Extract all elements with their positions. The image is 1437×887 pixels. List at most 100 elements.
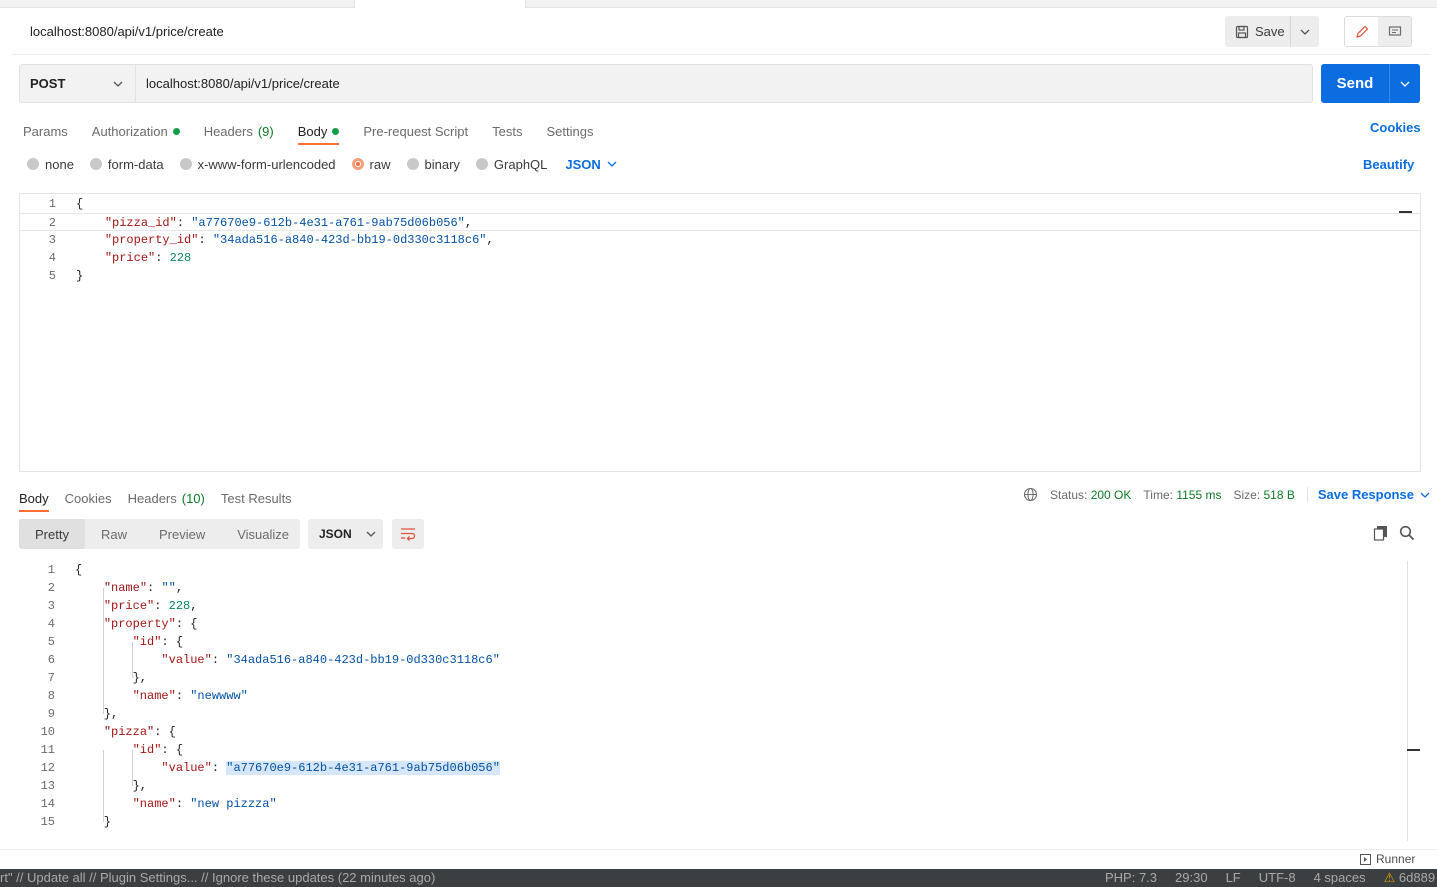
radio-raw[interactable]: raw xyxy=(351,157,391,172)
runner-button[interactable]: Runner xyxy=(1360,852,1415,866)
comments-button[interactable] xyxy=(1378,17,1411,46)
top-tab-strip xyxy=(0,0,1437,8)
php-version[interactable]: PHP: 7.3 xyxy=(1105,869,1157,887)
time-readout[interactable]: Time: 1155 ms xyxy=(1143,488,1221,502)
code-text: } xyxy=(76,269,84,283)
edit-pencil-button[interactable] xyxy=(1345,17,1378,46)
response-tabs: Body Cookies Headers (10) Test Results xyxy=(19,485,308,512)
tab-params[interactable]: Params xyxy=(23,118,68,144)
postman-footer: Runner xyxy=(0,849,1437,869)
size-readout[interactable]: Size: 518 B xyxy=(1233,488,1294,502)
code-text: "price": 228, xyxy=(103,599,198,613)
wrap-lines-icon xyxy=(401,528,416,541)
wrap-lines-button[interactable] xyxy=(392,519,424,549)
code-line: 1{ xyxy=(47,563,83,577)
code-line: 13 }, xyxy=(40,779,148,793)
code-line: 11 "id": { xyxy=(40,743,184,757)
request-name[interactable]: localhost:8080/api/v1/price/create xyxy=(30,24,224,39)
code-line: 6 "value": "34ada516-a840-423d-bb19-0d33… xyxy=(47,653,500,667)
tab-headers[interactable]: Headers (9) xyxy=(204,118,274,144)
radio-selected-icon xyxy=(351,158,364,170)
code-text: "property_id": "34ada516-a840-423d-bb19-… xyxy=(104,233,494,247)
code-text: "pizza": { xyxy=(103,725,176,739)
radio-none[interactable]: none xyxy=(27,157,74,172)
tab-body[interactable]: Body xyxy=(297,118,340,145)
radio-circle-icon xyxy=(475,158,488,170)
request-body-editor[interactable]: 1{ 2 "pizza_id": "a77670e9-612b-4e31-a76… xyxy=(19,193,1421,472)
code-line: 3 "price": 228, xyxy=(47,599,198,613)
ide-status-bar: rt" // Update all // Plugin Settings... … xyxy=(0,869,1437,887)
beautify-button[interactable]: Beautify xyxy=(1363,157,1414,172)
code-text: }, xyxy=(75,779,148,793)
code-line: 9 }, xyxy=(47,707,119,721)
tab-authorization[interactable]: Authorization xyxy=(92,118,180,144)
save-button[interactable]: Save xyxy=(1225,16,1291,47)
view-pretty[interactable]: Pretty xyxy=(19,519,85,549)
code-line: 1{ xyxy=(48,197,84,211)
code-line: 4 "property": { xyxy=(47,617,198,631)
url-input[interactable] xyxy=(136,65,1312,102)
globe-icon[interactable] xyxy=(1023,487,1038,502)
view-raw[interactable]: Raw xyxy=(85,519,143,549)
body-format-select[interactable]: JSON xyxy=(565,157,617,172)
code-text: "name": "new pizzza" xyxy=(132,797,277,811)
chevron-down-icon xyxy=(1400,81,1410,87)
radio-circle-icon xyxy=(406,158,419,170)
response-view-modes: Pretty Raw Preview Visualize xyxy=(19,519,300,549)
status-widgets: PHP: 7.3 29:30 LF UTF-8 4 spaces ⚠ 6d889 xyxy=(1105,869,1435,887)
radio-graphql[interactable]: GraphQL xyxy=(475,157,547,172)
file-encoding[interactable]: UTF-8 xyxy=(1259,869,1296,887)
copy-icon[interactable] xyxy=(1373,525,1389,541)
tab-tests[interactable]: Tests xyxy=(492,118,522,144)
code-line: 2 "name": "", xyxy=(47,581,184,595)
code-text: "property": { xyxy=(103,617,198,631)
send-dropdown-button[interactable] xyxy=(1390,64,1420,103)
cookies-link[interactable]: Cookies xyxy=(1370,120,1421,135)
radio-x-www-form-urlencoded[interactable]: x-www-form-urlencoded xyxy=(179,157,336,172)
code-text: }, xyxy=(75,707,119,721)
code-line-selected: 12 "value": "a77670e9-612b-4e31-a761-9ab… xyxy=(40,761,500,775)
response-format-select[interactable]: JSON xyxy=(308,519,383,549)
tab-pre-request-script[interactable]: Pre-request Script xyxy=(363,118,468,144)
scroll-marker xyxy=(1399,211,1412,213)
code-text: "price": 228 xyxy=(104,251,192,265)
vcs-branch[interactable]: ⚠ 6d889 xyxy=(1384,869,1435,887)
radio-form-data[interactable]: form-data xyxy=(89,157,164,172)
code-text: "name": "newwww" xyxy=(132,689,248,703)
code-text: { xyxy=(76,197,84,211)
resp-tab-test-results[interactable]: Test Results xyxy=(221,485,292,511)
code-line: 7 }, xyxy=(47,671,148,685)
save-label: Save xyxy=(1255,24,1285,39)
radio-binary[interactable]: binary xyxy=(406,157,460,172)
response-body-viewer[interactable]: 1{ 2 "name": "", 3 "price": 228, 4 "prop… xyxy=(11,561,1421,841)
indent-setting[interactable]: 4 spaces xyxy=(1314,869,1366,887)
view-preview[interactable]: Preview xyxy=(143,519,221,549)
code-line: 5} xyxy=(48,269,84,283)
active-tab-stub[interactable] xyxy=(354,0,526,8)
status-readout[interactable]: Status: 200 OK xyxy=(1050,488,1131,502)
radio-circle-icon xyxy=(179,158,192,170)
search-icon[interactable] xyxy=(1399,525,1415,541)
line-ending[interactable]: LF xyxy=(1226,869,1241,887)
response-scrollbar[interactable] xyxy=(1407,561,1408,841)
code-line: 10 "pizza": { xyxy=(40,725,176,739)
resp-tab-body[interactable]: Body xyxy=(19,485,49,512)
status-message[interactable]: rt" // Update all // Plugin Settings... … xyxy=(0,869,435,887)
view-visualize[interactable]: Visualize xyxy=(221,519,305,549)
method-label: POST xyxy=(30,76,66,91)
send-group: Send xyxy=(1321,64,1420,103)
save-dropdown-button[interactable] xyxy=(1291,16,1319,47)
resp-tab-cookies[interactable]: Cookies xyxy=(65,485,112,511)
request-tabs: Params Authorization Headers (9) Body Pre… xyxy=(23,118,617,146)
send-button[interactable]: Send xyxy=(1321,64,1390,103)
request-header: localhost:8080/api/v1/price/create Save xyxy=(12,8,1430,55)
resp-tab-headers[interactable]: Headers (10) xyxy=(128,485,205,511)
code-text: }, xyxy=(75,671,148,685)
code-text: { xyxy=(75,563,83,577)
edit-mode-toggle xyxy=(1344,16,1412,47)
cursor-position[interactable]: 29:30 xyxy=(1175,869,1208,887)
tab-settings[interactable]: Settings xyxy=(546,118,593,144)
save-response-button[interactable]: Save Response xyxy=(1306,487,1430,502)
code-text: "value": "34ada516-a840-423d-bb19-0d330c… xyxy=(161,653,500,667)
method-select[interactable]: POST xyxy=(20,65,136,102)
